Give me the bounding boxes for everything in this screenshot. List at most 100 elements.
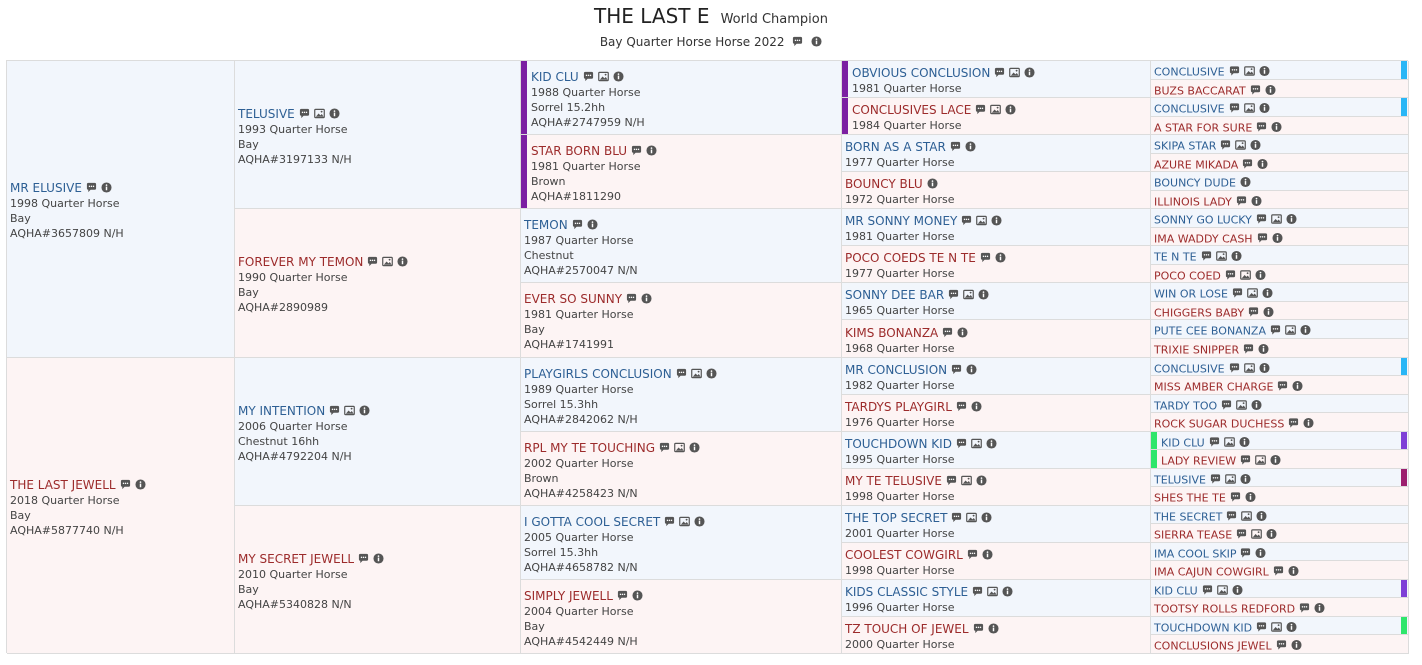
horse-name-link[interactable]: EVER SO SUNNY	[524, 292, 622, 306]
info-circle-icon[interactable]	[135, 478, 146, 490]
info-circle-icon[interactable]	[1240, 473, 1251, 484]
speech-bubble-icon[interactable]	[367, 256, 378, 267]
info-circle-icon[interactable]	[1024, 67, 1035, 78]
horse-name-link[interactable]: KID CLU	[1161, 436, 1205, 449]
photo-icon[interactable]	[382, 256, 394, 267]
horse-name-link[interactable]: BOUNCY BLU	[845, 177, 923, 191]
speech-bubble-icon[interactable]	[1256, 621, 1267, 632]
photo-icon[interactable]	[1285, 325, 1296, 336]
horse-name-link[interactable]: MR ELUSIVE	[10, 181, 82, 195]
photo-icon[interactable]	[1251, 529, 1263, 540]
horse-name-link[interactable]: KID CLU	[531, 70, 579, 84]
speech-bubble-icon[interactable]	[676, 368, 687, 379]
speech-bubble-icon[interactable]	[1299, 603, 1310, 614]
speech-bubble-icon[interactable]	[951, 364, 962, 375]
horse-name-link[interactable]: TELUSIVE	[238, 107, 295, 121]
speech-bubble-icon[interactable]	[299, 108, 310, 119]
horse-name-link[interactable]: LADY REVIEW	[1161, 455, 1236, 468]
info-circle-icon[interactable]	[811, 36, 822, 47]
info-circle-icon[interactable]	[1314, 602, 1325, 614]
info-circle-icon[interactable]	[966, 364, 977, 375]
info-circle-icon[interactable]	[1300, 324, 1311, 336]
speech-bubble-icon[interactable]	[1232, 288, 1243, 299]
horse-name-link[interactable]: BUZS BACCARAT	[1154, 84, 1246, 97]
photo-icon[interactable]	[1241, 510, 1253, 521]
photo-icon[interactable]	[597, 71, 609, 82]
info-circle-icon[interactable]	[1258, 343, 1269, 355]
photo-icon[interactable]	[679, 516, 691, 527]
info-circle-icon[interactable]	[1239, 436, 1250, 447]
horse-name-link[interactable]: THE TOP SECRET	[845, 511, 947, 525]
speech-bubble-icon[interactable]	[994, 67, 1005, 78]
horse-name-link[interactable]: SONNY DEE BAR	[845, 288, 944, 302]
photo-icon[interactable]	[344, 405, 356, 416]
info-circle-icon[interactable]	[1255, 269, 1266, 280]
horse-name-link[interactable]: CONCLUSIVE	[1154, 103, 1225, 116]
info-circle-icon[interactable]	[1292, 380, 1303, 392]
speech-bubble-icon[interactable]	[572, 219, 583, 230]
speech-bubble-icon[interactable]	[1225, 269, 1236, 280]
info-circle-icon[interactable]	[988, 623, 999, 634]
horse-name-link[interactable]: TEMON	[524, 218, 568, 232]
speech-bubble-icon[interactable]	[942, 327, 953, 338]
photo-icon[interactable]	[313, 108, 325, 119]
info-circle-icon[interactable]	[1262, 287, 1273, 299]
photo-icon[interactable]	[971, 438, 982, 449]
speech-bubble-icon[interactable]	[1220, 140, 1231, 151]
horse-name-link[interactable]: TOUCHDOWN KID	[845, 437, 952, 451]
photo-icon[interactable]	[1243, 103, 1255, 114]
horse-name-link[interactable]: TOOTSY ROLLS REDFORD	[1154, 603, 1295, 616]
horse-name-link[interactable]: MR SONNY MONEY	[845, 214, 957, 228]
info-circle-icon[interactable]	[706, 367, 717, 379]
info-circle-icon[interactable]	[1265, 84, 1276, 95]
horse-name-link[interactable]: CONCLUSIVE	[1154, 66, 1225, 79]
speech-bubble-icon[interactable]	[1229, 66, 1240, 77]
info-circle-icon[interactable]	[971, 401, 982, 412]
info-circle-icon[interactable]	[694, 515, 705, 527]
info-circle-icon[interactable]	[1005, 104, 1016, 115]
info-circle-icon[interactable]	[397, 256, 408, 267]
horse-name-link[interactable]: STAR BORN BLU	[531, 144, 627, 158]
speech-bubble-icon[interactable]	[1248, 306, 1259, 317]
info-circle-icon[interactable]	[1286, 621, 1297, 632]
speech-bubble-icon[interactable]	[659, 442, 670, 453]
horse-name-link[interactable]: PUTE CEE BONANZA	[1154, 325, 1266, 338]
horse-name-link[interactable]: CONCLUSIVE	[1154, 362, 1225, 375]
photo-icon[interactable]	[966, 512, 978, 523]
speech-bubble-icon[interactable]	[1226, 510, 1237, 521]
speech-bubble-icon[interactable]	[1273, 566, 1284, 577]
horse-name-link[interactable]: TARDYS PLAYGIRL	[845, 400, 952, 414]
horse-name-link[interactable]: CONCLUSIONS JEWEL	[1154, 640, 1272, 653]
info-circle-icon[interactable]	[373, 552, 384, 564]
horse-name-link[interactable]: SONNY GO LUCKY	[1154, 214, 1252, 227]
speech-bubble-icon[interactable]	[631, 145, 642, 156]
photo-icon[interactable]	[674, 442, 685, 453]
info-circle-icon[interactable]	[1271, 121, 1282, 132]
photo-icon[interactable]	[1255, 455, 1267, 466]
horse-name-link[interactable]: MISS AMBER CHARGE	[1154, 381, 1273, 394]
speech-bubble-icon[interactable]	[1202, 584, 1213, 595]
speech-bubble-icon[interactable]	[1242, 158, 1253, 169]
info-circle-icon[interactable]	[329, 107, 340, 119]
photo-icon[interactable]	[1235, 140, 1247, 151]
info-circle-icon[interactable]	[1291, 639, 1302, 651]
horse-name-link[interactable]: TZ TOUCH OF JEWEL	[845, 622, 969, 636]
horse-name-link[interactable]: ROCK SUGAR DUCHESS	[1154, 418, 1284, 431]
horse-name-link[interactable]: AZURE MIKADA	[1154, 158, 1238, 171]
info-circle-icon[interactable]	[1272, 232, 1283, 243]
speech-bubble-icon[interactable]	[1210, 473, 1221, 484]
speech-bubble-icon[interactable]	[626, 293, 637, 304]
info-circle-icon[interactable]	[982, 549, 993, 560]
horse-name-link[interactable]: FOREVER MY TEMON	[238, 255, 363, 269]
photo-icon[interactable]	[1271, 621, 1282, 632]
info-circle-icon[interactable]	[1288, 565, 1299, 577]
photo-icon[interactable]	[987, 586, 999, 597]
speech-bubble-icon[interactable]	[792, 36, 803, 47]
speech-bubble-icon[interactable]	[664, 516, 675, 527]
info-circle-icon[interactable]	[613, 70, 624, 82]
horse-name-link[interactable]: KID CLU	[1154, 584, 1198, 597]
speech-bubble-icon[interactable]	[972, 586, 983, 597]
photo-icon[interactable]	[1240, 269, 1251, 280]
horse-name-link[interactable]: MR CONCLUSION	[845, 363, 947, 377]
speech-bubble-icon[interactable]	[1240, 547, 1251, 558]
